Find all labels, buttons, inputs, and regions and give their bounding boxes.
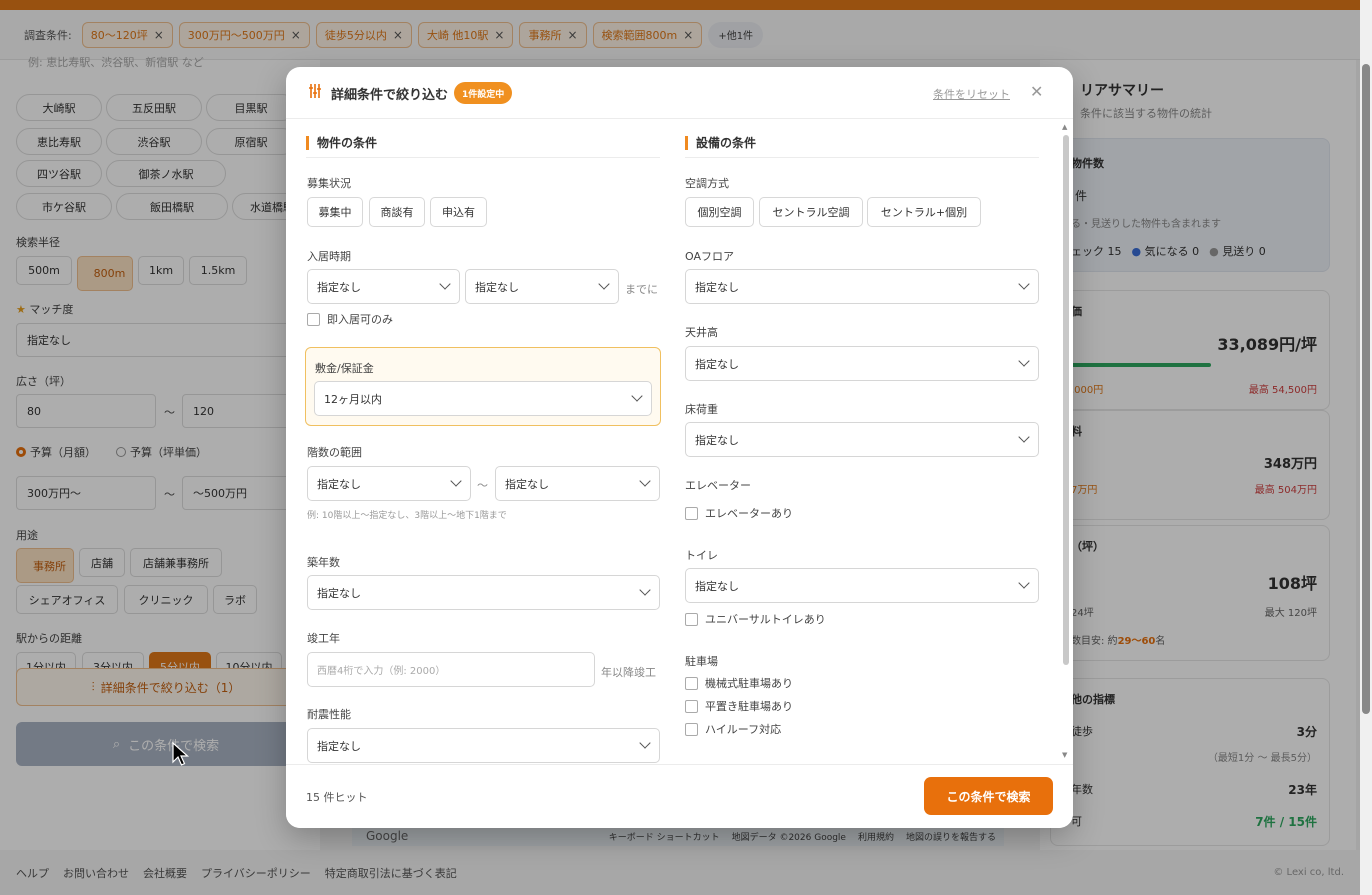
- filter-icon: [309, 84, 321, 98]
- scroll-up-icon[interactable]: ▲: [1062, 123, 1067, 131]
- checkbox-icon: [307, 312, 320, 326]
- divider: [685, 157, 1039, 158]
- checkbox-icon: [685, 722, 698, 736]
- toilet-label: トイレ: [685, 549, 718, 562]
- recruit-negotiating-chip[interactable]: 商談有: [369, 197, 425, 227]
- recruit-open-chip[interactable]: 募集中: [307, 197, 363, 227]
- chevron-down-icon: [1018, 278, 1030, 290]
- chevron-down-icon: [598, 278, 610, 290]
- immediate-movein-checkbox[interactable]: 即入居可のみ: [307, 311, 393, 327]
- ac-type-label: 空調方式: [685, 177, 729, 190]
- reset-conditions-link[interactable]: 条件をリセット: [933, 86, 1010, 102]
- mouse-cursor-icon: [172, 742, 190, 766]
- property-conditions-heading: 物件の条件: [306, 136, 377, 150]
- universal-toilet-checkbox[interactable]: ユニバーサルトイレあり: [685, 611, 826, 627]
- building-age-label: 築年数: [307, 556, 340, 569]
- deposit-label: 敷金/保証金: [315, 362, 374, 375]
- page-scrollbar-thumb[interactable]: [1362, 64, 1370, 714]
- checkbox-icon: [685, 676, 698, 690]
- floor-from-select[interactable]: 指定なし: [307, 466, 471, 501]
- movein-from-select[interactable]: 指定なし: [307, 269, 460, 304]
- apply-search-button[interactable]: この条件で検索: [924, 777, 1053, 815]
- ac-central-chip[interactable]: セントラル空調: [759, 197, 863, 227]
- chevron-down-icon: [450, 475, 462, 487]
- recruit-status-label: 募集状況: [307, 177, 351, 190]
- chevron-down-icon: [631, 390, 643, 402]
- oa-floor-select[interactable]: 指定なし: [685, 269, 1039, 304]
- dialog-scrollbar[interactable]: ▲ ▼: [1062, 123, 1070, 759]
- deposit-select[interactable]: 12ヶ月以内: [314, 381, 652, 416]
- floor-range-label: 階数の範囲: [307, 446, 362, 459]
- close-icon[interactable]: ✕: [1030, 82, 1043, 101]
- dialog-footer: 15 件ヒット この条件で検索: [286, 764, 1073, 828]
- active-count-badge: 1件設定中: [454, 82, 513, 104]
- floor-example-note: 例: 10階以上〜指定なし、3階以上〜地下1階まで: [307, 511, 507, 521]
- mechanical-parking-checkbox[interactable]: 機械式駐車場あり: [685, 675, 793, 691]
- range-separator: 〜: [477, 479, 488, 492]
- ac-central-individual-chip[interactable]: セントラル+個別: [867, 197, 981, 227]
- chevron-down-icon: [1018, 577, 1030, 589]
- chevron-down-icon: [1018, 431, 1030, 443]
- dialog-scrollbar-thumb[interactable]: [1063, 135, 1069, 665]
- completion-year-input[interactable]: 西暦4桁で入力（例: 2000）: [307, 652, 595, 687]
- dialog-header: 詳細条件で絞り込む 1件設定中 条件をリセット ✕: [286, 67, 1073, 119]
- page-scrollbar[interactable]: [1360, 0, 1372, 895]
- recruit-applied-chip[interactable]: 申込有: [430, 197, 487, 227]
- movein-label: 入居時期: [307, 250, 351, 263]
- ceiling-height-label: 天井高: [685, 326, 718, 339]
- chevron-down-icon: [1018, 355, 1030, 367]
- hit-count: 15 件ヒット: [306, 791, 368, 804]
- elevator-checkbox[interactable]: エレベーターあり: [685, 505, 793, 521]
- checkbox-icon: [685, 612, 698, 626]
- movein-suffix: までに: [625, 283, 658, 296]
- completion-year-suffix: 年以降竣工: [601, 666, 656, 679]
- chevron-down-icon: [439, 278, 451, 290]
- scroll-down-icon[interactable]: ▼: [1062, 751, 1067, 759]
- seismic-select[interactable]: 指定なし: [307, 728, 660, 763]
- building-age-select[interactable]: 指定なし: [307, 575, 660, 610]
- flat-parking-checkbox[interactable]: 平置き駐車場あり: [685, 698, 793, 714]
- equipment-conditions-heading: 設備の条件: [685, 136, 756, 150]
- dialog-body: 物件の条件 募集状況 募集中 商談有 申込有 入居時期 指定なし 指定なし まで…: [286, 119, 1073, 764]
- chevron-down-icon: [639, 475, 651, 487]
- floor-to-select[interactable]: 指定なし: [495, 466, 660, 501]
- ceiling-height-select[interactable]: 指定なし: [685, 346, 1039, 381]
- floor-load-select[interactable]: 指定なし: [685, 422, 1039, 457]
- checkbox-icon: [685, 699, 698, 713]
- toilet-select[interactable]: 指定なし: [685, 568, 1039, 603]
- oa-floor-label: OAフロア: [685, 250, 734, 263]
- seismic-label: 耐震性能: [307, 708, 351, 721]
- divider: [306, 157, 660, 158]
- refine-conditions-dialog: 詳細条件で絞り込む 1件設定中 条件をリセット ✕ 物件の条件 募集状況 募集中…: [286, 67, 1073, 828]
- high-roof-checkbox[interactable]: ハイルーフ対応: [685, 721, 781, 737]
- elevator-label: エレベーター: [685, 479, 751, 492]
- chevron-down-icon: [639, 584, 651, 596]
- chevron-down-icon: [639, 737, 651, 749]
- checkbox-icon: [685, 506, 698, 520]
- parking-label: 駐車場: [685, 655, 718, 668]
- completion-year-label: 竣工年: [307, 632, 340, 645]
- movein-to-select[interactable]: 指定なし: [465, 269, 619, 304]
- ac-individual-chip[interactable]: 個別空調: [685, 197, 754, 227]
- dialog-title: 詳細条件で絞り込む: [331, 88, 449, 103]
- floor-load-label: 床荷重: [685, 403, 718, 416]
